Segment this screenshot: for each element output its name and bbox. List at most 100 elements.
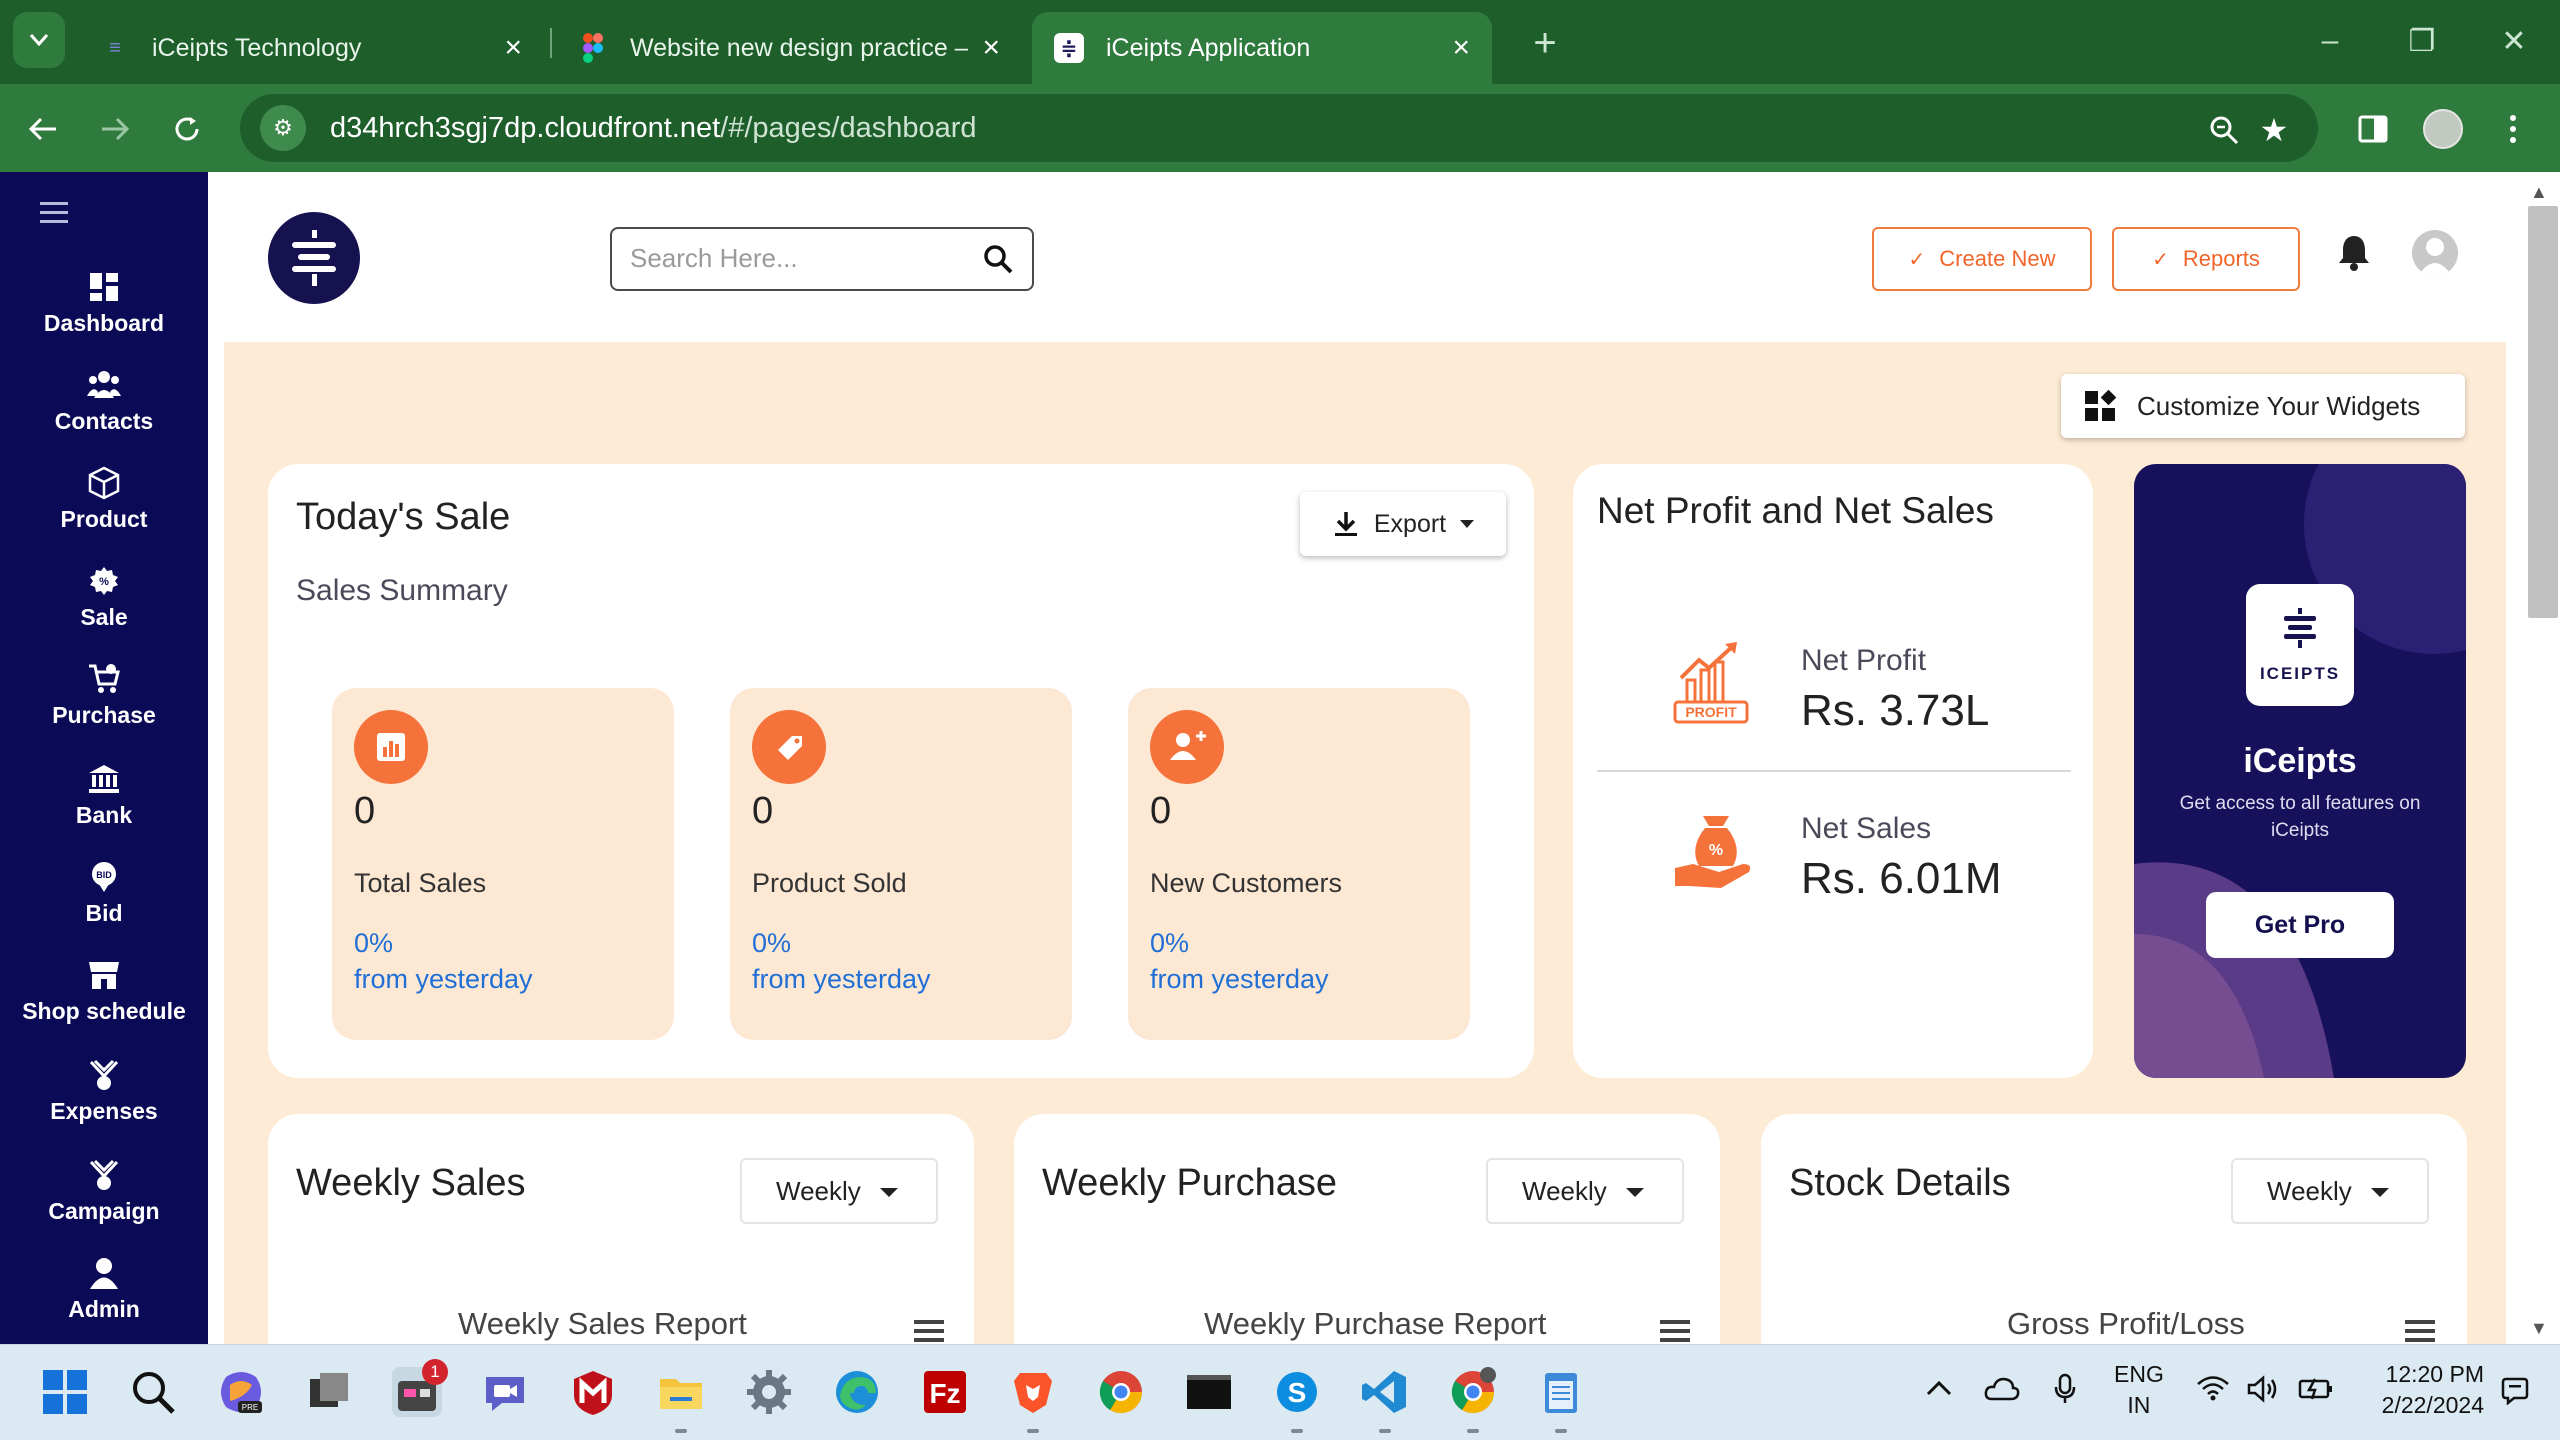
notification-bell-icon[interactable] bbox=[2336, 232, 2372, 272]
net-profit-card: Net Profit and Net Sales PROFIT Net Prof… bbox=[1573, 464, 2093, 1078]
tab-separator bbox=[550, 28, 552, 58]
scroll-down-arrow-icon[interactable]: ▼ bbox=[2530, 1318, 2548, 1339]
address-bar[interactable]: ⚙ d34hrch3sgj7dp.cloudfront.net/#/pages/… bbox=[240, 94, 2318, 162]
scrollbar-thumb[interactable] bbox=[2528, 206, 2558, 618]
widgets-app-icon[interactable]: 1 bbox=[392, 1359, 448, 1417]
new-tab-button[interactable]: + bbox=[1520, 18, 1570, 68]
net-sales-value: Rs. 6.01M bbox=[1801, 854, 2002, 903]
sidebar-item-bid[interactable]: BID Bid bbox=[0, 860, 208, 927]
browser-menu-button[interactable] bbox=[2486, 102, 2540, 156]
chrome-profile-icon[interactable] bbox=[1448, 1367, 1498, 1417]
forward-button[interactable] bbox=[88, 102, 142, 156]
close-window-button[interactable]: ✕ bbox=[2484, 16, 2544, 66]
restore-button[interactable]: ❐ bbox=[2392, 16, 2452, 66]
chevron-up-icon[interactable] bbox=[1926, 1379, 1952, 1397]
sidebar-item-expenses[interactable]: Expenses bbox=[0, 1058, 208, 1125]
search-input[interactable] bbox=[612, 229, 952, 287]
hamburger-menu-icon[interactable] bbox=[40, 202, 68, 229]
tab-website-design[interactable]: Website new design practice – I × bbox=[556, 12, 1022, 84]
weekly-purchase-period-select[interactable]: Weekly bbox=[1486, 1158, 1684, 1224]
chart-menu-icon[interactable] bbox=[914, 1320, 944, 1344]
notepad-icon[interactable] bbox=[1536, 1367, 1586, 1417]
skype-icon[interactable]: S bbox=[1272, 1367, 1322, 1417]
vscode-icon[interactable] bbox=[1360, 1367, 1410, 1417]
side-panel-button[interactable] bbox=[2346, 102, 2400, 156]
site-info-icon[interactable]: ⚙ bbox=[260, 105, 306, 151]
wifi-icon[interactable] bbox=[2196, 1375, 2230, 1401]
tab-iceipts-application[interactable]: ≑ iCeipts Application × bbox=[1032, 12, 1492, 84]
svg-text:S: S bbox=[1288, 1377, 1307, 1408]
language-indicator[interactable]: ENG IN bbox=[2114, 1361, 2164, 1419]
minimize-button[interactable]: – bbox=[2300, 16, 2360, 66]
chart-menu-icon[interactable] bbox=[2405, 1320, 2435, 1344]
windows-start-icon[interactable] bbox=[40, 1367, 90, 1417]
notification-badge: 1 bbox=[422, 1359, 448, 1385]
back-button[interactable] bbox=[16, 102, 70, 156]
user-avatar[interactable] bbox=[2412, 230, 2458, 276]
tab-search-button[interactable] bbox=[13, 12, 65, 68]
filezilla-icon[interactable]: Fz bbox=[920, 1367, 970, 1417]
iceipts-logo[interactable] bbox=[268, 212, 360, 304]
onedrive-cloud-icon[interactable] bbox=[1984, 1375, 2020, 1401]
running-indicator bbox=[1291, 1429, 1303, 1433]
get-pro-button[interactable]: Get Pro bbox=[2206, 892, 2394, 958]
mcafee-icon[interactable] bbox=[568, 1367, 618, 1417]
sidebar-item-sale[interactable]: % Sale bbox=[0, 564, 208, 631]
search-icon[interactable] bbox=[982, 243, 1014, 275]
teams-chat-icon[interactable] bbox=[480, 1367, 530, 1417]
sidebar-item-campaign[interactable]: Campaign bbox=[0, 1158, 208, 1225]
stock-details-period-select[interactable]: Weekly bbox=[2231, 1158, 2429, 1224]
terminal-icon[interactable] bbox=[1184, 1367, 1234, 1417]
total-sales-stat: 0 Total Sales 0% from yesterday bbox=[332, 688, 674, 1040]
caret-down-icon bbox=[1626, 1188, 1644, 1197]
bookmark-star-icon[interactable]: ★ bbox=[2252, 108, 2296, 152]
sidebar-item-dashboard[interactable]: Dashboard bbox=[0, 270, 208, 337]
stock-details-card: Stock Details Weekly Gross Profit/Loss bbox=[1761, 1114, 2467, 1344]
sidebar-item-product[interactable]: Product bbox=[0, 466, 208, 533]
task-view-icon[interactable] bbox=[304, 1367, 354, 1417]
shop-icon bbox=[89, 962, 119, 989]
close-tab-icon[interactable]: × bbox=[1452, 31, 1470, 65]
page-scrollbar[interactable]: ▲ ▼ bbox=[2506, 172, 2560, 1344]
close-tab-icon[interactable]: × bbox=[982, 31, 1000, 65]
file-explorer-icon[interactable] bbox=[656, 1367, 706, 1417]
sidebar-item-bank[interactable]: Bank bbox=[0, 762, 208, 829]
scroll-up-arrow-icon[interactable]: ▲ bbox=[2530, 182, 2548, 203]
chrome-icon[interactable] bbox=[1096, 1367, 1146, 1417]
browser-tab-strip: ≡ iCeipts Technology × Website new desig… bbox=[0, 0, 2560, 84]
volume-icon[interactable] bbox=[2246, 1375, 2280, 1403]
check-badge-icon: ✓ bbox=[1908, 248, 1926, 271]
search-taskbar-icon[interactable] bbox=[128, 1367, 178, 1417]
reports-button[interactable]: ✓ Reports bbox=[2112, 227, 2300, 291]
reload-button[interactable] bbox=[160, 102, 214, 156]
microphone-icon[interactable] bbox=[2054, 1373, 2076, 1405]
profile-button[interactable] bbox=[2416, 102, 2470, 156]
edge-browser-icon[interactable] bbox=[832, 1367, 882, 1417]
settings-gear-icon[interactable] bbox=[744, 1367, 794, 1417]
notification-center-icon[interactable] bbox=[2500, 1375, 2530, 1405]
sidebar-item-contacts[interactable]: Contacts bbox=[0, 368, 208, 435]
export-button[interactable]: Export bbox=[1300, 492, 1506, 556]
zoom-icon[interactable] bbox=[2202, 108, 2246, 152]
sidebar-item-shop-schedule[interactable]: Shop schedule bbox=[0, 958, 208, 1025]
tab-iceipts-technology[interactable]: ≡ iCeipts Technology × bbox=[78, 12, 544, 84]
weekly-purchase-chart-title: Weekly Purchase Report bbox=[1204, 1306, 1547, 1341]
search-box[interactable] bbox=[610, 227, 1034, 291]
create-new-button[interactable]: ✓ Create New bbox=[1872, 227, 2092, 291]
copilot-icon[interactable]: PRE bbox=[216, 1367, 266, 1417]
close-tab-icon[interactable]: × bbox=[504, 31, 522, 65]
weekly-sales-period-select[interactable]: Weekly bbox=[740, 1158, 938, 1224]
sales-bag-hand-icon: % bbox=[1675, 816, 1751, 888]
gross-profit-chart-title: Gross Profit/Loss bbox=[2007, 1306, 2245, 1341]
windows-taskbar: PRE 1 Fz S ENG IN 12:20 PM 2/22/2024 bbox=[0, 1344, 2560, 1440]
customize-widgets-button[interactable]: Customize Your Widgets bbox=[2061, 374, 2465, 438]
sidebar-item-admin[interactable]: Admin bbox=[0, 1256, 208, 1323]
new-customers-stat: 0 New Customers 0% from yesterday bbox=[1128, 688, 1470, 1040]
reload-icon bbox=[175, 117, 199, 141]
clock[interactable]: 12:20 PM 2/22/2024 bbox=[2362, 1361, 2484, 1419]
sidebar-item-purchase[interactable]: Purchase bbox=[0, 662, 208, 729]
chart-menu-icon[interactable] bbox=[1660, 1320, 1690, 1344]
brave-browser-icon[interactable] bbox=[1008, 1367, 1058, 1417]
back-arrow-icon bbox=[28, 117, 56, 141]
battery-charging-icon[interactable] bbox=[2298, 1375, 2334, 1401]
